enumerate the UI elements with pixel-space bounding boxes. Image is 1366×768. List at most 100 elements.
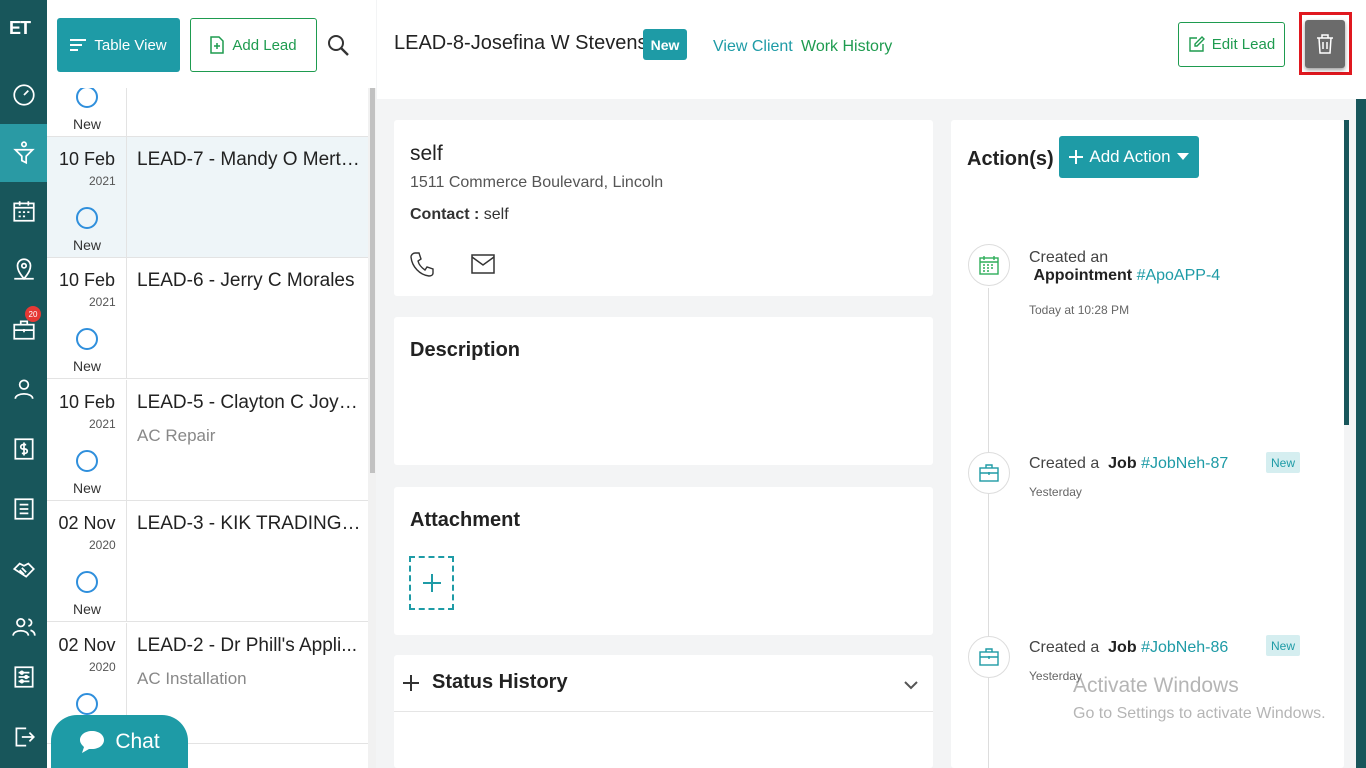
chat-button[interactable]: Chat [51, 715, 188, 768]
status-badge: New [643, 29, 687, 60]
list-item[interactable]: New [47, 88, 368, 137]
status-badge: New [1266, 635, 1300, 656]
timeline-kind: Job [1108, 639, 1137, 656]
date-column: New [47, 88, 127, 137]
settings-nav[interactable] [0, 648, 47, 706]
list-icon [13, 498, 34, 520]
caret-down-icon [1176, 153, 1189, 160]
contact-card: self 1511 Commerce Boulevard, Lincoln Co… [394, 120, 933, 296]
date-column: 10 Feb 2021 New [47, 137, 127, 258]
dashboard-nav[interactable] [0, 66, 47, 124]
timeline-ref-link[interactable]: #ApoAPP-4 [1137, 267, 1221, 284]
lead-title: LEAD-2 - Dr Phill's Appli... [137, 635, 358, 656]
menu-lines-icon [70, 39, 87, 51]
logout-nav[interactable] [0, 708, 47, 766]
mail-icon[interactable] [471, 254, 495, 274]
table-view-button[interactable]: Table View [57, 18, 180, 72]
windows-watermark-subtitle: Go to Settings to activate Windows. [1073, 705, 1326, 722]
status-circle [76, 693, 98, 715]
chat-bubble-icon [80, 730, 105, 753]
chevron-down-icon[interactable] [903, 679, 919, 691]
date-column: 10 Feb 2021 New [47, 380, 127, 501]
timeline-ref-link[interactable]: #JobNeh-87 [1141, 455, 1228, 472]
list-item[interactable]: 10 Feb 2021 New LEAD-5 - Clayton C Joyne… [47, 380, 368, 501]
add-action-label: Add Action [1089, 147, 1171, 166]
lead-list-panel: Table View Add Lead New 10 Feb 2021 New … [47, 0, 376, 768]
chat-label: Chat [115, 729, 160, 753]
actions-scrollbar[interactable] [1344, 120, 1349, 425]
status-circle [76, 207, 98, 229]
add-lead-label: Add Lead [232, 36, 297, 54]
timeline-text: Created a Job #JobNeh-87 [1029, 455, 1228, 473]
contact-label: Contact : [410, 206, 480, 223]
lead-title: LEAD-6 - Jerry C Morales [137, 270, 355, 291]
team-icon [11, 618, 36, 636]
edit-lead-button[interactable]: Edit Lead [1178, 22, 1285, 67]
timeline-node [968, 452, 1010, 494]
add-attachment-button[interactable] [409, 556, 454, 610]
invoices-nav[interactable] [0, 420, 47, 478]
description-card: Description [394, 317, 933, 465]
estimates-nav[interactable] [0, 480, 47, 538]
edit-lead-label: Edit Lead [1211, 36, 1276, 53]
status-history-card[interactable]: Status History [394, 655, 933, 768]
timeline-node [968, 636, 1010, 678]
phone-icon[interactable] [410, 251, 434, 277]
view-client-link[interactable]: View Client [713, 38, 793, 56]
lead-year: 2020 [89, 538, 116, 552]
handshake-icon [12, 562, 35, 578]
list-scrollbar-thumb[interactable] [370, 88, 375, 473]
timeline-time: Today at 10:28 PM [1029, 303, 1130, 317]
notification-badge: 20 [25, 306, 41, 322]
contact-line: Contact : self [410, 206, 509, 224]
work-history-link[interactable]: Work History [801, 38, 892, 56]
actions-heading: Action(s) [967, 148, 1054, 170]
calendar-icon [979, 256, 999, 275]
timeline-ref-link[interactable]: #JobNeh-86 [1141, 639, 1228, 656]
attachment-card: Attachment [394, 487, 933, 635]
right-edge-bar [1356, 99, 1366, 768]
page-title: LEAD-8-Josefina W Stevens [394, 32, 648, 54]
list-item[interactable]: 10 Feb 2021 New LEAD-7 - Mandy O Merte..… [47, 137, 368, 258]
timeline-prefix: Created a [1029, 639, 1100, 656]
detail-header: LEAD-8-Josefina W Stevens New View Clien… [377, 0, 1366, 99]
add-lead-button[interactable]: Add Lead [190, 18, 317, 72]
lead-rows: New 10 Feb 2021 New LEAD-7 - Mandy O Mer… [47, 88, 368, 768]
timeline-text: Created an Appointment #ApoAPP-4 [1029, 249, 1220, 285]
lead-title: LEAD-3 - KIK TRADING L... [137, 513, 365, 534]
lead-day: 10 Feb [58, 392, 116, 412]
status-label: New [72, 358, 101, 374]
client-address: 1511 Commerce Boulevard, Lincoln [410, 174, 664, 191]
calendar-nav[interactable] [0, 182, 47, 240]
add-action-button[interactable]: Add Action [1059, 136, 1199, 178]
status-label: New [72, 116, 101, 132]
jobs-nav[interactable]: 20 [0, 300, 47, 358]
lead-year: 2020 [89, 660, 116, 674]
edit-icon [1189, 36, 1205, 52]
lead-title: LEAD-5 - Clayton C Joyner [137, 392, 365, 413]
description-heading: Description [410, 339, 521, 361]
list-item[interactable]: 10 Feb 2021 New LEAD-6 - Jerry C Morales [47, 258, 368, 379]
list-item[interactable]: 02 Nov 2020 New LEAD-3 - KIK TRADING L..… [47, 501, 368, 622]
status-circle [76, 450, 98, 472]
customers-nav[interactable] [0, 360, 47, 418]
lead-day: 02 Nov [58, 635, 116, 655]
timeline-text: Created a Job #JobNeh-86 [1029, 639, 1228, 657]
divider [394, 711, 933, 712]
timeline-prefix: Created a [1029, 455, 1100, 472]
actions-card: Action(s) Add Action Created an Appointm… [951, 120, 1344, 768]
briefcase-icon [979, 464, 999, 482]
logout-icon [15, 727, 35, 747]
status-label: New [72, 237, 101, 253]
deals-nav[interactable] [0, 540, 47, 598]
date-column: 02 Nov 2020 New [47, 501, 127, 622]
lead-year: 2021 [89, 174, 116, 188]
timeline-prefix: Created an [1029, 249, 1109, 266]
trash-icon [1317, 34, 1333, 54]
delete-button[interactable] [1305, 20, 1345, 68]
map-nav[interactable] [0, 240, 47, 298]
list-toolbar: Table View Add Lead [47, 0, 376, 88]
leads-nav[interactable] [0, 124, 47, 182]
search-icon[interactable] [327, 34, 349, 56]
lead-day: 02 Nov [58, 513, 116, 533]
